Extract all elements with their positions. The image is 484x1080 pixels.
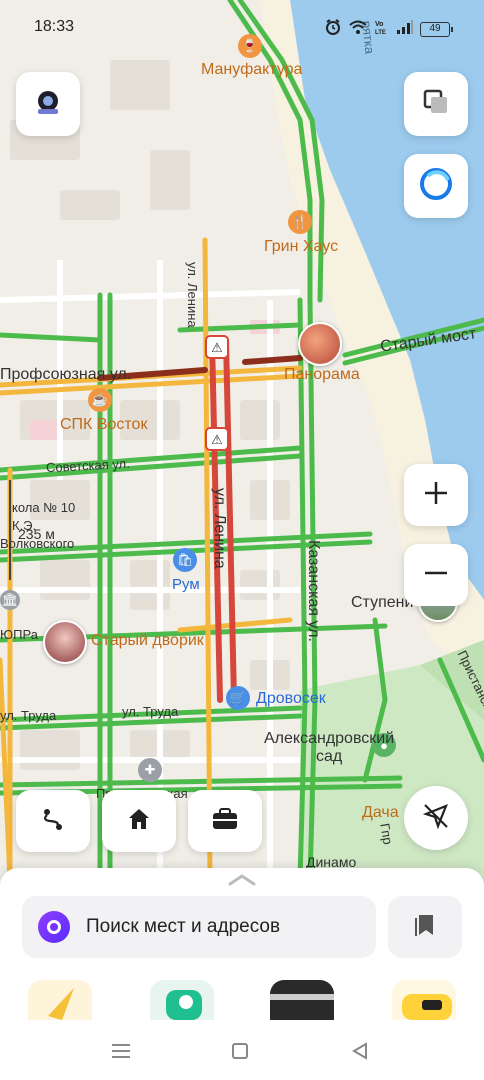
street-profsoyuznaya: Профсоюзная ул.	[0, 366, 132, 383]
battery-indicator: 49	[420, 22, 453, 37]
home-icon	[127, 807, 151, 836]
briefcase-icon	[211, 807, 239, 836]
status-icons: Vo LTE 49	[324, 18, 453, 41]
restaurant-icon[interactable]: 🍴	[288, 210, 312, 234]
street-truda-mid: ул. Труда	[122, 704, 179, 719]
plus-icon	[423, 480, 449, 511]
cart-icon[interactable]: 🛒	[226, 686, 250, 710]
place-manufaktura[interactable]: Мануфактура	[201, 61, 302, 79]
label-sopra: ЮПРа	[0, 627, 38, 642]
map-canvas: ⚠ ⚠	[0, 0, 484, 900]
route-icon	[40, 806, 66, 837]
system-nav-bar	[0, 1022, 484, 1080]
street-lenina-mid: ул. Ленина	[211, 488, 228, 569]
place-panorama[interactable]: Панорама	[284, 366, 360, 384]
wifi-icon	[348, 19, 368, 40]
status-bar: 18:33 Vo LTE 49	[0, 0, 484, 56]
work-button[interactable]	[188, 790, 262, 852]
label-school: кола № 10	[12, 500, 76, 515]
home-nav-icon[interactable]	[230, 1041, 250, 1066]
status-time: 18:33	[34, 18, 75, 35]
location-off-icon	[422, 802, 450, 835]
svg-text:Vo: Vo	[375, 21, 383, 28]
home-button[interactable]	[102, 790, 176, 852]
cafe-icon[interactable]: ☕	[88, 388, 112, 412]
church-icon[interactable]: ✚	[138, 758, 162, 782]
search-placeholder: Поиск мест и адресов	[86, 916, 281, 937]
street-kazanskaya: Казанская ул.	[305, 540, 322, 642]
metro-icon	[270, 994, 334, 1020]
volte-icon: Vo LTE	[374, 19, 390, 40]
street-truda-left: ул. Труда	[0, 708, 57, 723]
category-tiles	[0, 980, 484, 1020]
place-spk-vostok[interactable]: СПК Восток	[60, 416, 147, 434]
street-lenina-top: ул. Ленина	[185, 262, 200, 328]
place-drovosek[interactable]: Дровосек	[256, 690, 326, 708]
profile-button[interactable]	[16, 72, 80, 136]
map-view[interactable]: ⚠ ⚠ 🍷 Мануфактура 🍴 Грин Хаус Панорама ☕…	[0, 0, 484, 900]
location-button[interactable]	[404, 786, 468, 850]
alice-icon	[418, 166, 454, 207]
back-icon[interactable]	[350, 1041, 370, 1066]
menu-icon[interactable]	[110, 1042, 132, 1065]
bookmarks-icon	[413, 912, 437, 943]
navigator-icon	[28, 988, 92, 1020]
alice-logo-icon	[38, 911, 70, 943]
taxi-icon	[392, 994, 456, 1020]
layers-icon	[421, 87, 451, 122]
shop-icon[interactable]: 🛍	[173, 548, 197, 572]
svg-text:LTE: LTE	[375, 30, 386, 35]
svg-text:⚠: ⚠	[211, 432, 223, 447]
transport-tile[interactable]	[150, 980, 214, 1020]
alice-button[interactable]	[404, 154, 468, 218]
taxi-tile[interactable]	[392, 980, 456, 1020]
place-aleksandrovsky-sad[interactable]: Александровский сад	[264, 730, 394, 766]
avatar-icon	[33, 87, 63, 122]
place-stary-dvorik[interactable]: Старый дворик	[91, 632, 204, 650]
navigator-tile[interactable]	[28, 980, 92, 1020]
alarm-icon	[324, 18, 342, 41]
route-button[interactable]	[16, 790, 90, 852]
panorama-photo[interactable]	[298, 322, 342, 366]
transport-icon	[150, 990, 214, 1020]
svg-text:⚠: ⚠	[211, 340, 223, 355]
signal-icon	[396, 19, 414, 40]
zoom-out-button[interactable]	[404, 544, 468, 606]
place-grin-haus[interactable]: Грин Хаус	[264, 238, 338, 256]
chevron-up-icon[interactable]	[226, 872, 258, 888]
bookmarks-button[interactable]	[388, 896, 462, 958]
layers-button[interactable]	[404, 72, 468, 136]
minus-icon	[423, 560, 449, 591]
stary-dvorik-photo[interactable]	[43, 620, 87, 664]
map-scale: 235 м	[18, 526, 55, 542]
place-dacha[interactable]: Дача	[362, 804, 399, 822]
place-rum[interactable]: Рум	[172, 576, 200, 593]
search-bar[interactable]: Поиск мест и адресов	[22, 896, 376, 958]
museum-icon[interactable]: 🏛	[0, 590, 20, 610]
metro-tile[interactable]	[270, 980, 334, 1020]
zoom-in-button[interactable]	[404, 464, 468, 526]
